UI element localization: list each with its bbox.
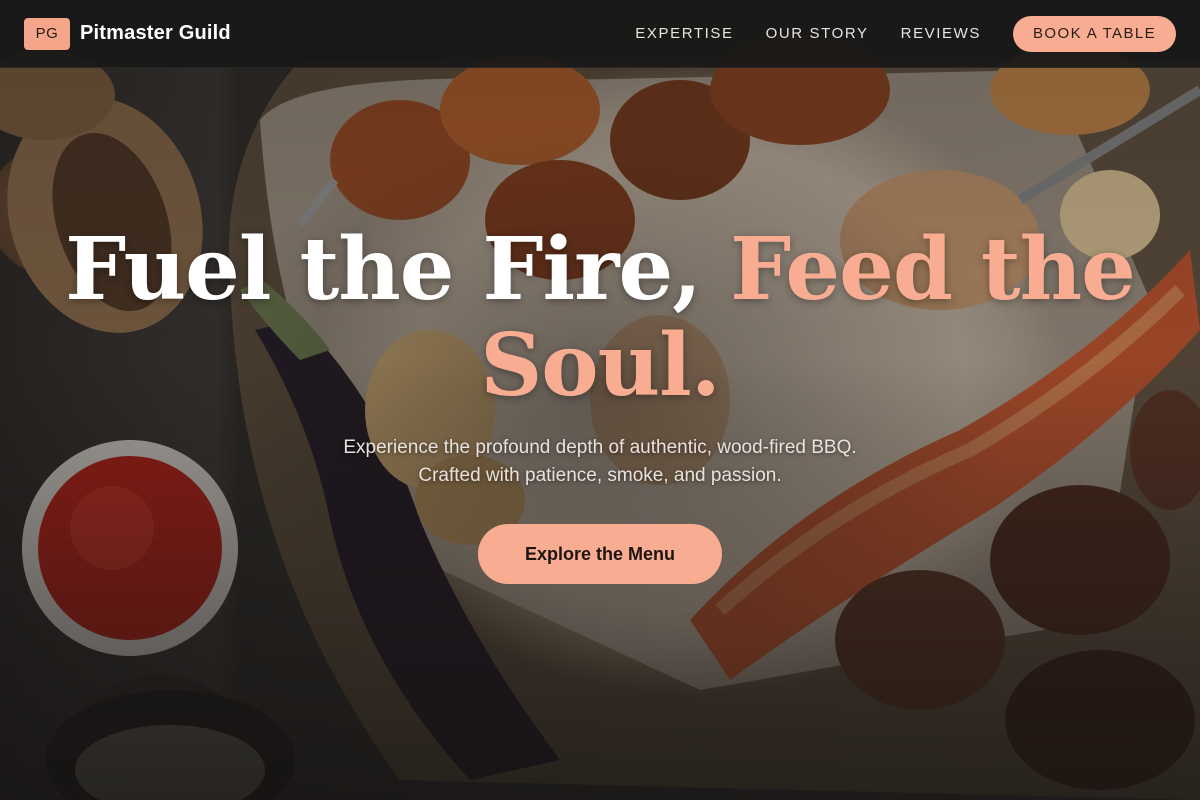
nav-link-reviews[interactable]: REVIEWS [901, 25, 981, 42]
nav-link-expertise[interactable]: EXPERTISE [635, 25, 733, 42]
site-header: PG Pitmaster Guild EXPERTISE OUR STORY R… [0, 0, 1200, 68]
brand-logo-mark: PG [24, 17, 70, 50]
hero-subtitle: Experience the profound depth of authent… [250, 434, 950, 490]
main-nav: EXPERTISE OUR STORY REVIEWS BOOK A TABLE [635, 15, 1176, 52]
hero-section: Fuel the Fire, Feed the Soul. Experience… [0, 222, 1200, 584]
book-a-table-button[interactable]: BOOK A TABLE [1013, 15, 1176, 52]
landing-page: PG Pitmaster Guild EXPERTISE OUR STORY R… [0, 0, 1200, 800]
brand[interactable]: PG Pitmaster Guild [24, 17, 231, 50]
nav-link-our-story[interactable]: OUR STORY [766, 25, 869, 42]
explore-menu-button[interactable]: Explore the Menu [478, 524, 722, 584]
hero-headline: Fuel the Fire, Feed the Soul. [0, 222, 1200, 414]
subtitle-line-2: Crafted with patience, smoke, and passio… [418, 465, 782, 486]
brand-name: Pitmaster Guild [80, 22, 231, 44]
subtitle-line-1: Experience the profound depth of authent… [343, 437, 857, 458]
headline-primary: Fuel the Fire, [65, 219, 702, 320]
